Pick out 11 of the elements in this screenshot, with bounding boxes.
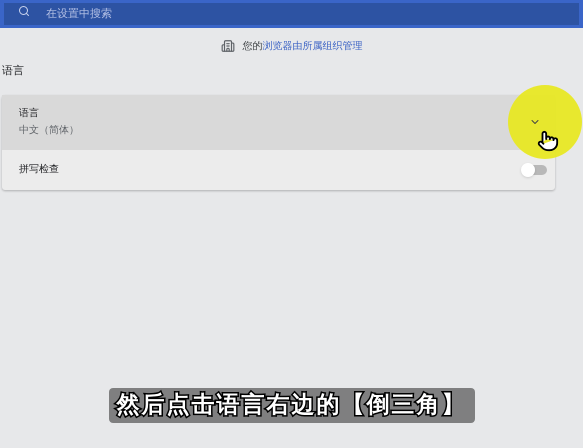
- managed-notice: 您的浏览器由所属组织管理: [242, 40, 362, 54]
- video-caption: 然后点击语言右边的【倒三角】: [108, 388, 474, 422]
- managed-link[interactable]: 浏览器由所属组织管理: [262, 40, 362, 52]
- building-icon: [220, 39, 234, 53]
- row-label: 语言: [19, 106, 40, 121]
- section-title: 语言: [2, 63, 24, 79]
- search-icon: [18, 5, 30, 17]
- row-value: 中文（简体）: [19, 124, 79, 138]
- toggle-switch[interactable]: [521, 164, 547, 174]
- search-field[interactable]: 在设置中搜索: [4, 2, 579, 24]
- row-label: 拼写检查: [19, 162, 59, 177]
